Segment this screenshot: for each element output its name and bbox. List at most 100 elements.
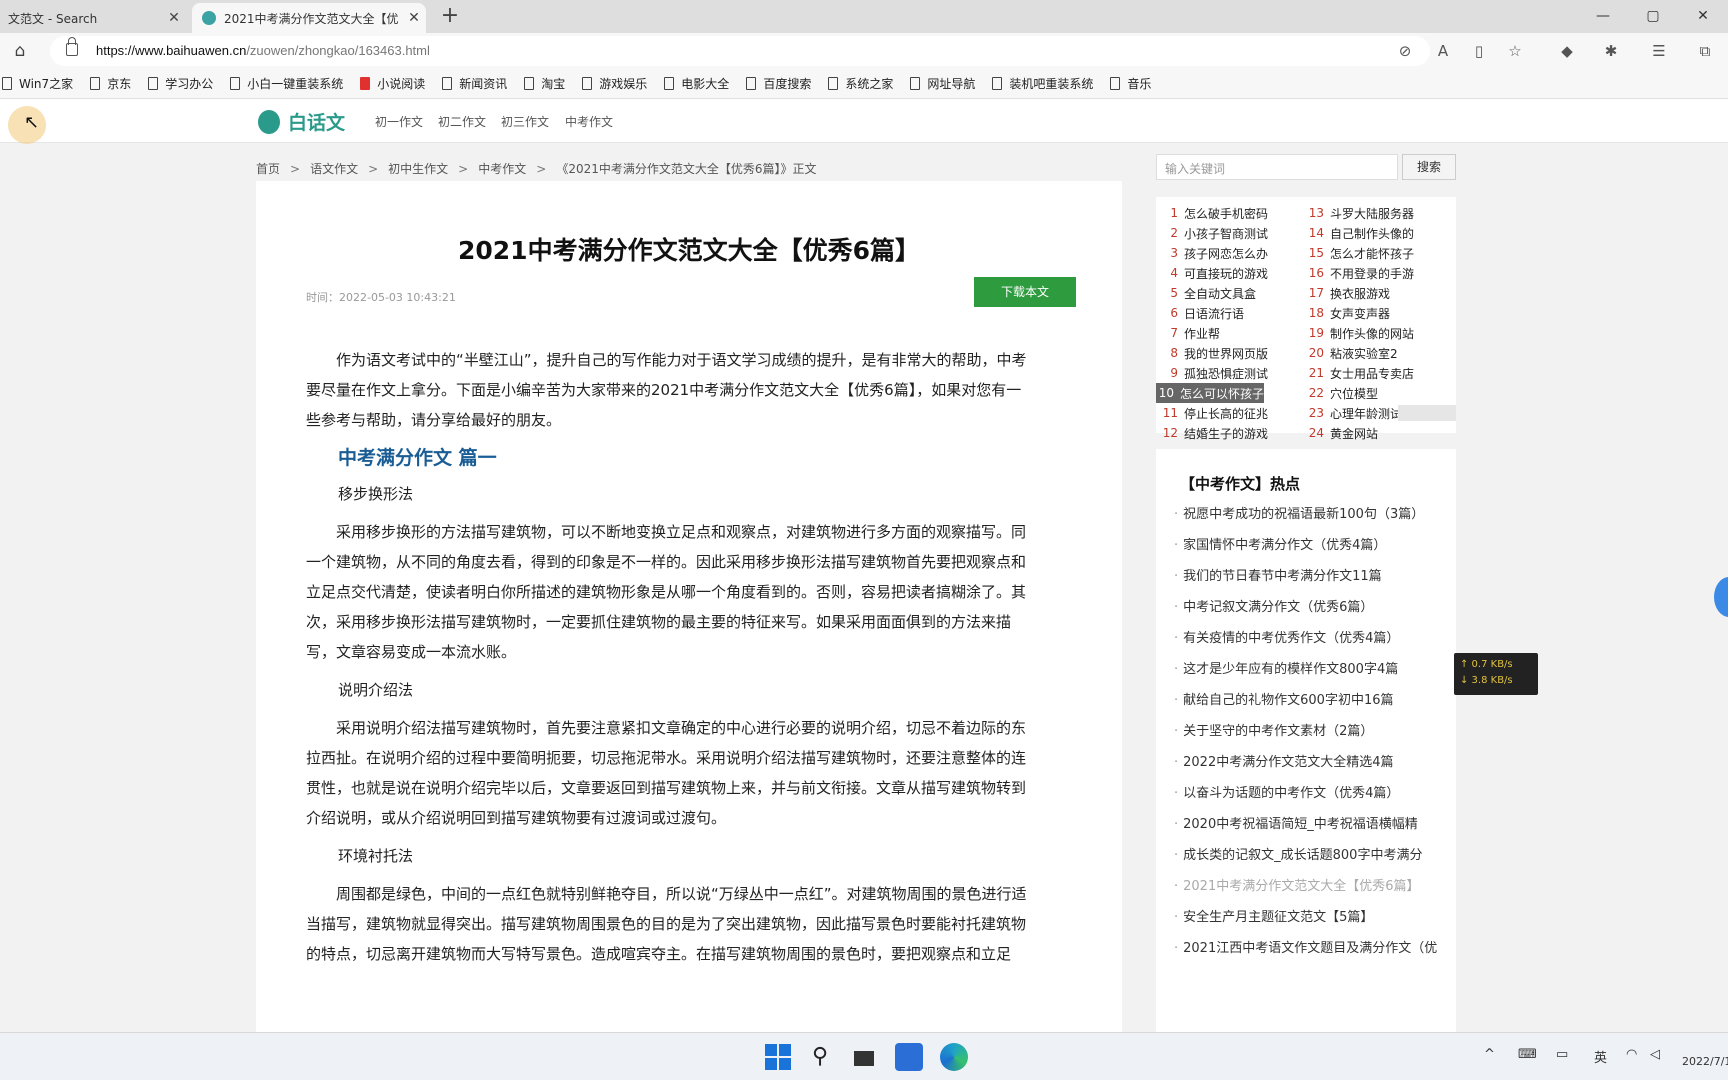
start-windows-icon[interactable] <box>764 1043 792 1071</box>
collections-icon[interactable]: ⧉ <box>1694 40 1716 62</box>
hot-search-item[interactable]: 11 停止长高的征兆 <box>1156 403 1296 423</box>
hot-article-link[interactable]: 2021中考满分作文范文大全【优秀6篇】 <box>1174 871 1456 902</box>
url-field[interactable]: https://www.baihuawen.cn/zuowen/zhongkao… <box>50 36 1430 66</box>
breadcrumb-link[interactable]: 初中生作文 <box>388 162 448 176</box>
home-icon[interactable]: ⌂ <box>8 39 32 63</box>
breadcrumb-link[interactable]: 首页 <box>256 162 280 176</box>
site-search-input[interactable]: 输入关键词 <box>1156 154 1398 180</box>
tab-article[interactable]: 2021中考满分作文范文大全【优 ✕ <box>192 3 426 33</box>
maximize-button[interactable]: ▢ <box>1630 0 1676 33</box>
new-tab-button[interactable]: + <box>436 3 464 31</box>
hot-search-item[interactable]: 7 作业帮 <box>1156 323 1296 343</box>
nav-link[interactable]: 初二作文 <box>438 113 486 130</box>
bookmark-item[interactable]: 小白一键重装系统 <box>230 75 343 92</box>
hot-search-item[interactable]: 14 自己制作头像的 <box>1302 223 1442 243</box>
hot-article-link[interactable]: 这才是少年应有的模样作文800字4篇 <box>1174 654 1456 685</box>
hot-article-link[interactable]: 中考记叙文满分作文（优秀6篇） <box>1174 592 1456 623</box>
minimize-button[interactable]: — <box>1580 0 1626 33</box>
immersive-reader-icon[interactable]: ▯ <box>1468 40 1490 62</box>
nav-link[interactable]: 中考作文 <box>565 113 613 130</box>
hot-search-item[interactable]: 13 斗罗大陆服务器 <box>1302 203 1442 223</box>
close-tab-icon[interactable]: ✕ <box>162 10 186 26</box>
hot-search-item[interactable]: 9 孤独恐惧症测试 <box>1156 363 1296 383</box>
hot-article-link[interactable]: 家国情怀中考满分作文（优秀4篇） <box>1174 530 1456 561</box>
bookmark-item[interactable]: 百度搜索 <box>746 75 811 92</box>
display-icon[interactable]: ▭ <box>1556 1047 1568 1062</box>
bookmark-item[interactable]: 音乐 <box>1110 75 1151 92</box>
hot-search-item[interactable]: 24 黄金网站 <box>1302 423 1442 443</box>
add-favorite-icon[interactable]: ☆ <box>1504 40 1526 62</box>
hot-search-item[interactable]: 8 我的世界网页版 <box>1156 343 1296 363</box>
close-tab-icon[interactable]: ✕ <box>402 10 426 26</box>
site-search-button[interactable]: 搜索 <box>1402 154 1456 180</box>
lock-icon[interactable] <box>66 37 78 56</box>
hot-search-item[interactable]: 12 结婚生子的游戏 <box>1156 423 1296 443</box>
hot-search-item[interactable]: 22 穴位模型 <box>1302 383 1442 403</box>
nav-link[interactable]: 初一作文 <box>375 113 423 130</box>
tracking-prevention-icon[interactable]: ⊘ <box>1394 40 1416 62</box>
bookmark-item[interactable]: 电影大全 <box>664 75 729 92</box>
hot-article-link[interactable]: 我们的节日春节中考满分作文11篇 <box>1174 561 1456 592</box>
hot-search-item[interactable]: 4 可直接玩的游戏 <box>1156 263 1296 283</box>
hot-article-link[interactable]: 成长类的记叙文_成长话题800字中考满分 <box>1174 840 1456 871</box>
read-aloud-icon[interactable]: A <box>1432 40 1454 62</box>
hot-search-item[interactable]: 15 怎么才能怀孩子 <box>1302 243 1442 263</box>
hot-article-link[interactable]: 献给自己的礼物作文600字初中16篇 <box>1174 685 1456 716</box>
close-window-button[interactable]: ✕ <box>1680 0 1726 33</box>
hot-search-item[interactable]: 6 日语流行语 <box>1156 303 1296 323</box>
hot-search-item[interactable]: 16 不用登录的手游 <box>1302 263 1442 283</box>
bookmark-item[interactable]: 小说阅读 <box>360 75 425 92</box>
hot-search-item[interactable]: 1 怎么破手机密码 <box>1156 203 1296 223</box>
hot-article-link[interactable]: 以奋斗为话题的中考作文（优秀4篇） <box>1174 778 1456 809</box>
hot-article-link[interactable]: 祝愿中考成功的祝福语最新100句（3篇） <box>1174 499 1456 530</box>
bookmark-item[interactable]: 装机吧重装系统 <box>992 75 1093 92</box>
app-icon[interactable] <box>895 1043 923 1071</box>
wifi-icon[interactable]: ◠ <box>1626 1047 1637 1062</box>
bookmark-item[interactable]: 新闻资讯 <box>442 75 507 92</box>
hot-search-item[interactable]: 20 粘液实验室2 <box>1302 343 1442 363</box>
extensions-puzzle-icon[interactable]: ✱ <box>1600 40 1622 62</box>
keyboard-icon[interactable]: ⌨ <box>1518 1047 1537 1062</box>
nav-link[interactable]: 初三作文 <box>501 113 549 130</box>
hot-article-link[interactable]: 2020中考祝福语简短_中考祝福语横幅精 <box>1174 809 1456 840</box>
hot-search-item[interactable]: 17 换衣服游戏 <box>1302 283 1442 303</box>
tab-search[interactable]: 文范文 - Search ✕ <box>0 3 186 33</box>
bookmark-item[interactable]: Win7之家 <box>2 75 73 92</box>
bookmark-item[interactable]: 京东 <box>90 75 131 92</box>
url-text[interactable]: https://www.baihuawen.cn/zuowen/zhongkao… <box>96 43 430 58</box>
hot-article-link[interactable]: 安全生产月主题征文范文【5篇】 <box>1174 902 1456 933</box>
hot-article-link[interactable]: 2022中考满分作文范文大全精选4篇 <box>1174 747 1456 778</box>
hot-search-item[interactable]: 2 小孩子智商测试 <box>1156 223 1296 243</box>
extension-icon[interactable]: ◆ <box>1556 40 1578 62</box>
bookmark-item[interactable]: 淘宝 <box>524 75 565 92</box>
favorites-icon[interactable]: ☰ <box>1648 40 1670 62</box>
clock-date[interactable]: 2022/7/1 <box>1682 1055 1728 1068</box>
taskbar-search-icon[interactable]: ⚲ <box>806 1043 834 1071</box>
hot-search-item[interactable]: 21 女士用品专卖店 <box>1302 363 1442 383</box>
bookmark-item[interactable]: 网址导航 <box>910 75 975 92</box>
breadcrumb-link[interactable]: 中考作文 <box>478 162 526 176</box>
hot-search-item[interactable]: 10 怎么可以怀孩子 <box>1156 383 1264 403</box>
site-logo[interactable]: 白话文 <box>258 108 345 135</box>
download-button[interactable]: 下载本文 <box>974 277 1076 307</box>
bookmark-item[interactable]: 游戏娱乐 <box>582 75 647 92</box>
hot-search-item[interactable]: 5 全自动文具盒 <box>1156 283 1296 303</box>
hot-article-link[interactable]: 关于坚守的中考作文素材（2篇） <box>1174 716 1456 747</box>
hot-search-item[interactable]: 3 孩子网恋怎么办 <box>1156 243 1296 263</box>
input-language[interactable]: 英 <box>1594 1047 1607 1066</box>
hot-search-item[interactable]: 18 女声变声器 <box>1302 303 1442 323</box>
bookmark-item[interactable]: 系统之家 <box>828 75 893 92</box>
edge-browser-icon[interactable] <box>940 1043 968 1071</box>
show-hidden-icons-icon[interactable]: ^ <box>1484 1047 1495 1062</box>
volume-icon[interactable]: ◁ <box>1650 1047 1660 1062</box>
page-icon <box>828 77 839 90</box>
download-speed: ↓ 3.8 KB/s <box>1460 675 1513 686</box>
hot-article-link[interactable]: 有关疫情的中考优秀作文（优秀4篇） <box>1174 623 1456 654</box>
bookmark-item[interactable]: 学习办公 <box>148 75 213 92</box>
hot-search-item[interactable]: 19 制作头像的网站 <box>1302 323 1442 343</box>
article-body: 作为语文考试中的“半壁江山”，提升自己的写作能力对于语文学习成绩的提升，是有非常… <box>306 345 1030 977</box>
hot-article-link[interactable]: 2021江西中考语文作文题目及满分作文（优 <box>1174 933 1456 964</box>
file-explorer-icon[interactable] <box>850 1043 878 1071</box>
floating-side-button[interactable] <box>1714 577 1728 617</box>
breadcrumb-link[interactable]: 语文作文 <box>310 162 358 176</box>
